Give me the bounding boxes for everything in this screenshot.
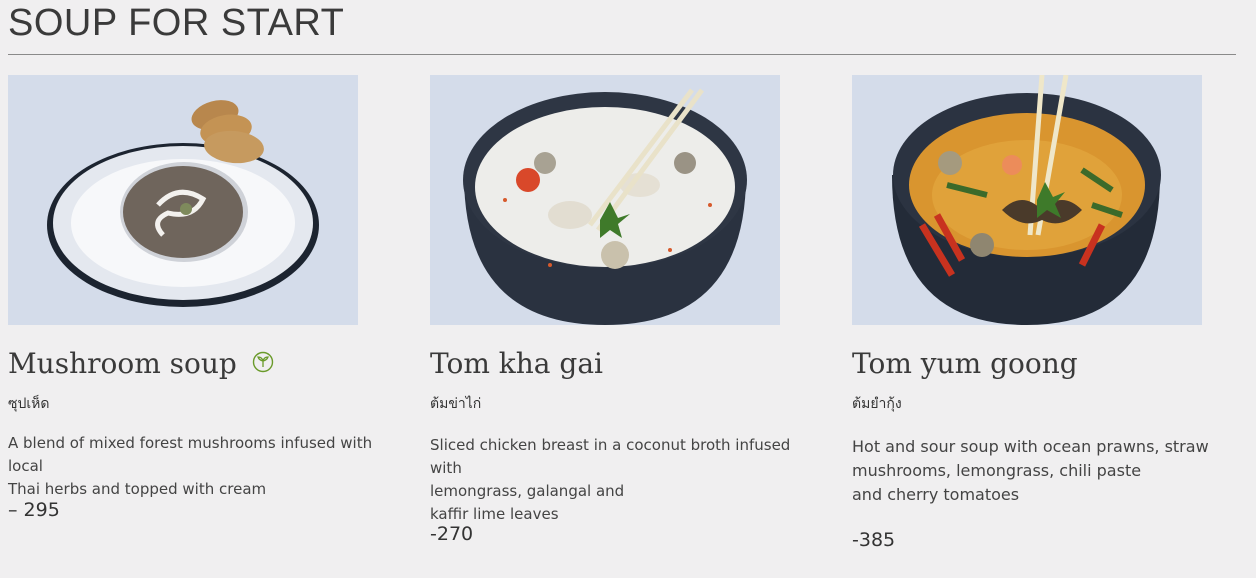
dish-price: – 295 bbox=[8, 499, 60, 521]
dish-name-text: Tom yum goong bbox=[852, 347, 1078, 380]
dish-name: Tom kha gai bbox=[430, 347, 603, 380]
dish-thai-name: ต้มข่าไก่ bbox=[430, 396, 482, 412]
dish-description: A blend of mixed forest mushrooms infuse… bbox=[8, 434, 373, 498]
dish-thai-name: ต้มยำกุ้ง bbox=[852, 396, 902, 412]
dish-photo-tom-kha-gai bbox=[430, 75, 780, 325]
dish-photo-mushroom-soup bbox=[8, 75, 358, 325]
dish-name-text: Mushroom soup bbox=[8, 347, 237, 380]
dish-price: -385 bbox=[852, 529, 896, 551]
dish-name: Mushroom soup bbox=[8, 347, 274, 380]
menu-item-tom-kha-gai: Tom kha gai ต้มข่าไก่ Sliced chicken bre… bbox=[430, 75, 790, 545]
dish-photo-tom-yum-goong bbox=[852, 75, 1202, 325]
section-title: SOUP FOR START bbox=[8, 2, 345, 44]
dish-name: Tom yum goong bbox=[852, 347, 1078, 380]
dish-name-text: Tom kha gai bbox=[430, 347, 603, 380]
dish-price: -270 bbox=[430, 523, 474, 545]
dish-description: Hot and sour soup with ocean prawns, str… bbox=[852, 437, 1209, 504]
leaf-icon bbox=[252, 347, 274, 380]
dish-thai-name: ซุปเห็ด bbox=[8, 396, 50, 412]
menu-item-mushroom-soup: Mushroom soup ซุปเห็ด A blend of mixed f… bbox=[8, 75, 372, 521]
dish-description: Sliced chicken breast in a coconut broth… bbox=[430, 436, 791, 523]
section-divider bbox=[8, 54, 1236, 55]
menu-item-tom-yum-goong: Tom yum goong ต้มยำกุ้ง Hot and sour sou… bbox=[852, 75, 1212, 551]
